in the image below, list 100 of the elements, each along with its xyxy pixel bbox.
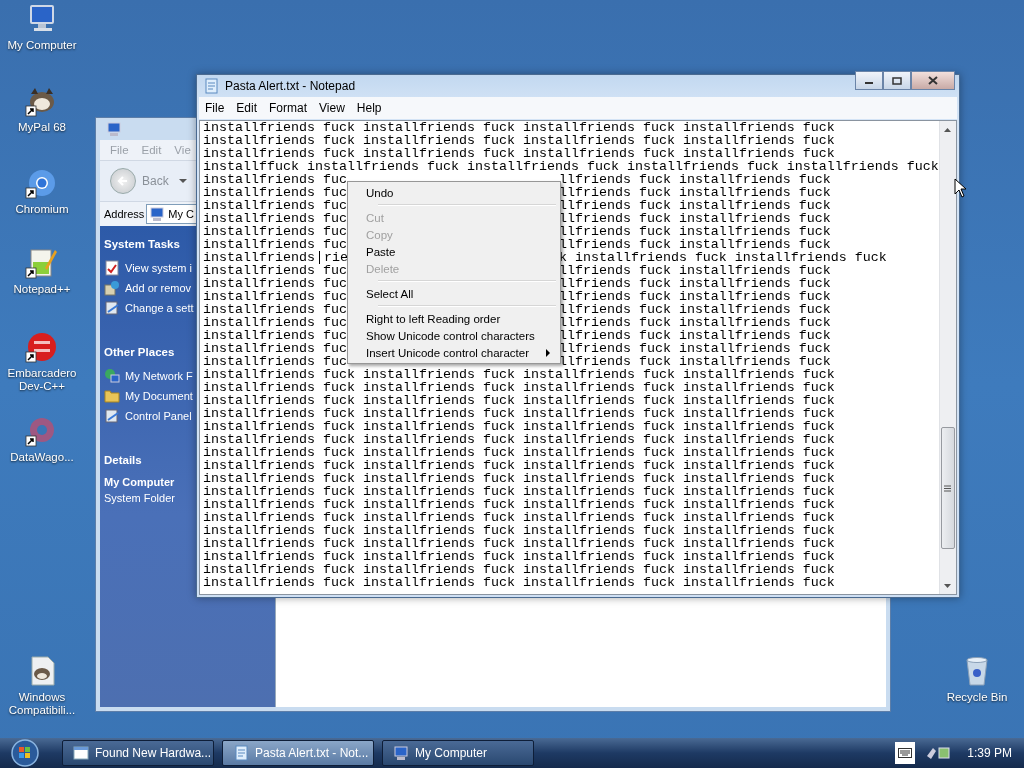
text-line: installfriends fuck installfriends fuck installfriends fuck installfriends fuck (203, 511, 835, 524)
window-icon (73, 745, 89, 761)
text-line: installfriends fuck installfriends fuck installfriends fuck installfriends fuck (203, 485, 835, 498)
text-line: installfriends fuck installfriends fuck installfriends fuck installfriends fuck (203, 368, 835, 381)
text-line: installfriends fuck installfriends fuck installfriends fuck installfriends fuck (203, 420, 835, 433)
task-link[interactable]: Control Panel (125, 410, 192, 422)
folder-icon (104, 388, 120, 404)
keyboard-icon[interactable] (895, 742, 916, 764)
computer-icon (106, 121, 122, 137)
details-type: System Folder (104, 492, 175, 504)
menu-item[interactable]: Show Unicode control characters (350, 327, 558, 344)
network-icon (104, 368, 120, 384)
desktop-icon-label[interactable]: MyPal 68 (18, 121, 66, 134)
desktop-icon-label[interactable]: Recycle Bin (946, 691, 1008, 704)
text-fragment: llfriends fuck installfriends fuck (558, 303, 831, 316)
text-line: installfriends fuck installfriends fuck installfriends fuck installfriends fuck (203, 381, 835, 394)
text-fragment: installfriends fuc (203, 355, 347, 368)
desktop-icon-label[interactable]: Embarcadero Dev-C++ (0, 367, 84, 393)
text-fragment: llfriends fuck installfriends fuck (558, 199, 831, 212)
menu-item[interactable]: File (199, 101, 231, 115)
text-fragment: installfriends fuc (203, 238, 347, 251)
computer-icon (149, 206, 166, 222)
arrow-icon (117, 175, 129, 187)
close-icon (928, 76, 938, 85)
text-line: installfriends fuck installfriends fuck installfriends fuck installfriends fuck (203, 134, 835, 147)
task-link[interactable]: View system i (125, 262, 193, 274)
text-line: installfriends fuck installfriends fuck installfriends fuck installfriends fuck (203, 524, 835, 537)
desktop-icon-label[interactable]: DataWago... (10, 451, 74, 464)
text-line: installfriends fuck installfriends fuck installfriends fuck installfriends fuck (203, 446, 835, 459)
document-icon (104, 260, 120, 276)
menu-item[interactable]: Paste (350, 243, 558, 260)
text-fragment: llfriends fuck installfriends fuck (558, 225, 831, 238)
text-fragment: installfriends fuc (203, 329, 347, 342)
text-fragment: llfriends fuck installfriends fuck (558, 212, 831, 225)
menu-item[interactable]: Right to left Reading order (350, 310, 558, 327)
text-line: installfriends fuck installfriends fuck installfriends fuck installfriends fuck (203, 394, 835, 407)
close-button[interactable] (911, 71, 955, 90)
text-fragment: installfriends fuc (203, 199, 347, 212)
text-fragment: llfriends fuck installfriends fuck (558, 290, 831, 303)
control-panel-icon (104, 408, 120, 424)
text-fragment: installfriends fuc (203, 173, 347, 186)
menu-item[interactable]: Format (263, 101, 314, 115)
text-fragment: rie (323, 251, 348, 264)
text-fragment: llfriends fuck installfriends fuck (558, 342, 831, 355)
text-line: installfriends fuck installfriends fuck installfriends fuck installfriends fuck (203, 459, 835, 472)
window-title: Pasta Alert.txt - Notepad (225, 79, 356, 93)
text-fragment: llfriends fuck installfriends fuck (558, 173, 831, 186)
menu-item[interactable]: Insert Unicode control character (350, 344, 558, 361)
desktop-icon-label[interactable]: Notepad++ (13, 283, 71, 296)
panel-title: Other Places (104, 346, 175, 360)
menu-item[interactable]: Select All (350, 285, 558, 302)
task-link[interactable]: My Document (125, 390, 193, 402)
text-fragment: installfriends fuc (203, 290, 347, 303)
text-line: installffuck installfriends fuck installfriends fuck installfriends fuck installfriends fuck (203, 160, 939, 173)
task-link[interactable]: Add or remov (125, 282, 192, 294)
menu-item[interactable]: Undo (350, 184, 558, 201)
menu-item[interactable]: Help (350, 101, 388, 115)
desktop-icon-label[interactable]: Chromium (15, 203, 69, 216)
text-line: installfriends fuck installfriends fuck installfriends fuck installfriends fuck (203, 433, 835, 446)
notepad-icon (233, 745, 249, 761)
text-line: installfriends fuck installfriends fuck installfriends fuck installfriends fuck (203, 563, 835, 576)
text-line: installfriends fuck installfriends fuck installfriends fuck installfriends fuck (203, 472, 835, 485)
desktop-icon-label[interactable]: My Computer (7, 39, 77, 52)
text-fragment: installfriends fuc (203, 316, 347, 329)
scroll-down-icon[interactable] (944, 583, 952, 588)
text-fragment: llfriends fuck installfriends fuck (558, 316, 831, 329)
text-fragment: llfriends fuck installfriends fuck (558, 355, 831, 368)
menu-item[interactable]: Edit (230, 101, 264, 115)
menu-item[interactable]: View (313, 101, 351, 115)
computer-icon (393, 745, 409, 761)
clock[interactable]: 1:39 PM (961, 746, 1024, 760)
scrollbar[interactable] (938, 121, 956, 594)
maximize-button[interactable] (883, 71, 911, 90)
taskbar-button[interactable]: Found New Hardwa... (62, 740, 214, 766)
text-line: installfriends fuck installfriends fuck installfriends fuck installfriends fuck (203, 537, 835, 550)
minimize-button[interactable] (855, 71, 883, 90)
text-fragment: llfriends fuck installfriends fuck (558, 277, 831, 290)
maximize-icon (892, 76, 902, 85)
panel-title: Details (104, 454, 142, 468)
details-name: My Computer (104, 476, 175, 488)
taskbar-button[interactable]: Pasta Alert.txt - Not... (222, 740, 374, 766)
back-label: Back (142, 174, 169, 188)
text-fragment: installfriends fuc (203, 186, 347, 199)
scroll-thumb[interactable] (940, 427, 955, 549)
taskbar-button[interactable]: My Computer (382, 740, 534, 766)
task-link[interactable]: Change a sett (125, 302, 194, 314)
text-fragment: llfriends fuck installfriends fuck (558, 186, 831, 199)
text-fragment: installfriends fuc (203, 212, 347, 225)
desktop-icon-label[interactable]: Windows Compatibili... (0, 691, 84, 717)
text-line: installfriends fuck installfriends fuck installfriends fuck installfriends fuck (203, 576, 835, 589)
text-line: installfriends fuck installfriends fuck installfriends fuck installfriends fuck (203, 121, 835, 134)
text-line: installfriends fuck installfriends fuck installfriends fuck installfriends fuck (203, 147, 835, 160)
start-button[interactable] (8, 738, 42, 768)
text-fragment: installfriends fuc (203, 303, 347, 316)
dropdown-icon[interactable] (178, 179, 187, 183)
address-label: Address (104, 208, 145, 220)
task-link[interactable]: My Network F (125, 370, 193, 382)
text-fragment: llfriends fuck installfriends fuck (558, 238, 831, 251)
tray-icons[interactable] (925, 744, 952, 762)
scroll-up-icon[interactable] (944, 127, 952, 132)
